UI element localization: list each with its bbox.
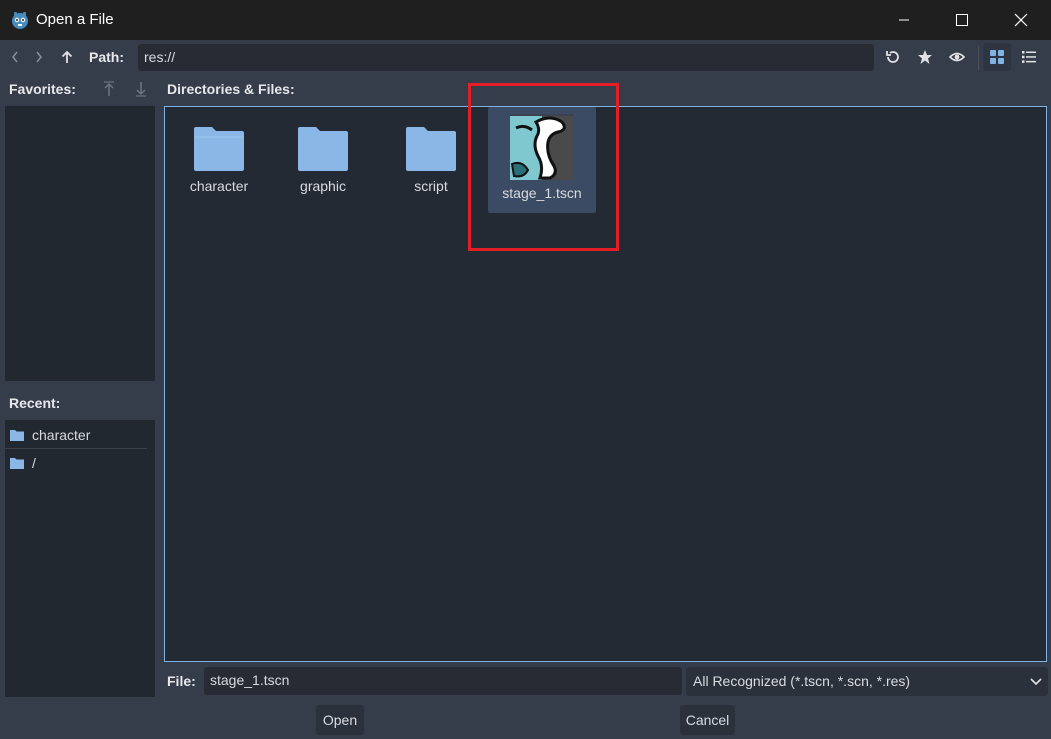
favorites-label: Favorites: [9, 81, 76, 97]
back-button[interactable] [4, 46, 26, 68]
chevron-right-icon [36, 51, 42, 63]
toolbar-separator [978, 46, 979, 70]
eye-icon [949, 52, 965, 62]
file-label: graphic [300, 178, 346, 194]
favorite-move-up-button[interactable] [98, 78, 120, 100]
chevron-left-icon [12, 51, 18, 63]
arrow-up-icon [61, 50, 73, 63]
maximize-icon [956, 14, 968, 26]
favorite-move-down-button[interactable] [130, 78, 152, 100]
list-icon [1022, 51, 1036, 63]
recent-divider [5, 448, 147, 449]
toggle-hidden-button[interactable] [946, 46, 968, 68]
favorite-button[interactable] [914, 46, 936, 68]
recent-label: Recent: [9, 395, 61, 411]
folder-icon [406, 127, 456, 171]
file-label: character [189, 178, 249, 194]
open-button[interactable]: Open [316, 705, 364, 735]
file-name-label: File: [167, 673, 196, 689]
recent-item-label: / [32, 455, 36, 471]
go-up-button[interactable] [56, 46, 78, 68]
title-bar: Open a File [0, 0, 1051, 40]
cancel-button[interactable]: Cancel [680, 705, 735, 735]
forward-button[interactable] [28, 46, 50, 68]
path-input[interactable]: res:// [138, 44, 874, 71]
file-label: script [414, 178, 448, 194]
recent-item[interactable]: / [5, 449, 155, 477]
file-item-graphic[interactable]: graphic [269, 107, 377, 213]
grid-icon [990, 50, 1004, 64]
window-title: Open a File [36, 11, 114, 28]
chevron-down-icon [1030, 678, 1042, 686]
recent-item[interactable]: character [5, 421, 155, 449]
minimize-icon [899, 19, 909, 21]
recent-list[interactable]: character / [5, 420, 155, 697]
godot-icon [12, 12, 28, 29]
recent-item-label: character [32, 427, 91, 443]
folder-icon [298, 127, 348, 171]
star-icon [918, 50, 932, 64]
minimize-button[interactable] [875, 0, 933, 40]
folder-icon [194, 127, 244, 171]
thumbnail-view-button[interactable] [983, 43, 1011, 71]
filter-value: All Recognized (*.tscn, *.scn, *.res) [693, 673, 911, 689]
close-button[interactable] [992, 0, 1050, 40]
folder-icon [10, 430, 24, 441]
folder-icon [10, 458, 24, 469]
refresh-button[interactable] [882, 46, 904, 68]
files-label: Directories & Files: [167, 81, 295, 97]
maximize-button[interactable] [933, 0, 991, 40]
arrow-up-icon [104, 81, 114, 96]
favorites-list[interactable] [5, 106, 155, 381]
path-label: Path: [89, 49, 124, 65]
file-name-input[interactable]: stage_1.tscn [204, 667, 682, 695]
arrow-down-icon [136, 82, 146, 97]
file-item-character[interactable]: character [165, 107, 273, 213]
close-icon [1014, 13, 1028, 27]
list-view-button[interactable] [1015, 43, 1043, 71]
selection-highlight [468, 83, 619, 251]
refresh-icon [886, 51, 899, 63]
file-filter-select[interactable]: All Recognized (*.tscn, *.scn, *.res) [686, 667, 1048, 696]
